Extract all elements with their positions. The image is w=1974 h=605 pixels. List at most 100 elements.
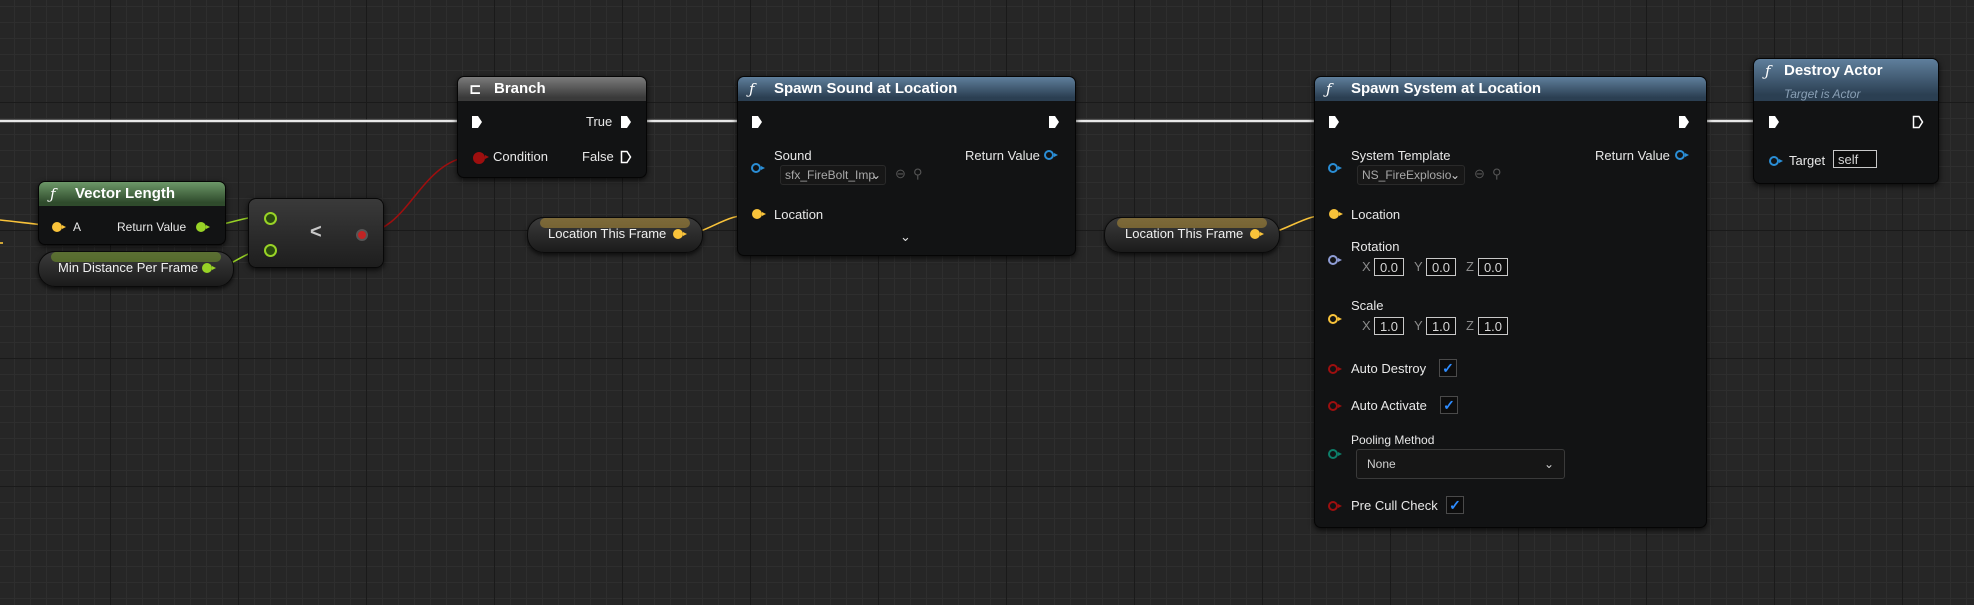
vector-length-node[interactable]: ƒ Vector Length A Return Value: [38, 181, 226, 245]
vector-length-title: Vector Length: [75, 185, 176, 202]
rotation-label: Rotation: [1351, 239, 1400, 254]
scale-z-axis: Z: [1466, 318, 1474, 333]
spawn-sound-return-pin[interactable]: [1044, 150, 1058, 160]
branch-icon: ⊏: [469, 80, 482, 98]
chevron-down-icon: ⌄: [1449, 168, 1460, 182]
spawn-system-return-pin[interactable]: [1675, 150, 1689, 160]
auto-activate-checkbox[interactable]: ✓: [1440, 396, 1458, 414]
spawn-system-location-pin[interactable]: [1329, 209, 1343, 219]
min-distance-variable[interactable]: Min Distance Per Frame: [38, 251, 234, 287]
pooling-method-pin[interactable]: [1328, 449, 1342, 459]
spawn-system-return-label: Return Value: [1595, 148, 1670, 163]
rotation-pin[interactable]: [1328, 255, 1342, 265]
spawn-sound-exec-in[interactable]: [751, 115, 763, 129]
rotation-x-field[interactable]: 0.0: [1374, 258, 1404, 276]
spawn-sound-node[interactable]: ƒ Spawn Sound at Location Sound sfx_Fire…: [737, 76, 1076, 256]
pin-min-distance[interactable]: [202, 263, 216, 273]
branch-exec-in[interactable]: [471, 115, 483, 129]
spawn-system-exec-in[interactable]: [1328, 115, 1340, 129]
auto-destroy-checkbox[interactable]: ✓: [1439, 359, 1457, 377]
pin-compare-result[interactable]: [356, 229, 368, 241]
destroy-actor-header: ƒ Destroy Actor Target is Actor: [1754, 59, 1938, 101]
sound-asset-value: sfx_FireBolt_Imp: [785, 168, 876, 182]
pin-return-value[interactable]: [196, 222, 210, 232]
destroy-actor-subtitle: Target is Actor: [1784, 87, 1861, 101]
auto-activate-pin[interactable]: [1328, 401, 1342, 411]
system-template-value: NS_FireExplosio: [1362, 168, 1452, 182]
scale-pin[interactable]: [1328, 314, 1342, 324]
location-this-frame-variable-1[interactable]: Location This Frame: [527, 217, 703, 253]
target-value-field[interactable]: self: [1833, 150, 1877, 168]
pooling-method-dropdown[interactable]: None ⌄: [1356, 449, 1565, 479]
branch-node[interactable]: ⊏ Branch True Condition False: [457, 76, 647, 178]
chevron-down-icon: ⌄: [1543, 457, 1554, 471]
system-template-label: System Template: [1351, 148, 1451, 163]
spawn-sound-return-label: Return Value: [965, 148, 1040, 163]
function-icon: ƒ: [1326, 80, 1332, 98]
use-selected-icon[interactable]: ⊖: [895, 166, 906, 182]
pooling-method-label: Pooling Method: [1351, 433, 1435, 447]
destroy-actor-exec-in[interactable]: [1768, 115, 1780, 129]
sound-asset-picker[interactable]: sfx_FireBolt_Imp ⌄: [780, 165, 886, 185]
less-than-node[interactable]: <: [248, 198, 384, 268]
spawn-sound-title: Spawn Sound at Location: [774, 80, 958, 97]
expand-advanced-icon[interactable]: ⌄: [900, 229, 911, 245]
branch-condition-pin[interactable]: [473, 152, 489, 164]
pre-cull-checkbox[interactable]: ✓: [1446, 496, 1464, 514]
location-this-frame-label-2: Location This Frame: [1125, 226, 1244, 241]
location-this-frame-label-1: Location This Frame: [548, 226, 667, 241]
pin-location-this-frame-1[interactable]: [673, 229, 687, 239]
rotation-y-field[interactable]: 0.0: [1426, 258, 1456, 276]
spawn-sound-location-pin[interactable]: [752, 209, 766, 219]
pin-a[interactable]: [52, 222, 66, 232]
spawn-sound-exec-out[interactable]: [1048, 115, 1060, 129]
auto-destroy-label: Auto Destroy: [1351, 361, 1427, 376]
rotation-z-axis: Z: [1466, 259, 1474, 274]
branch-title: Branch: [494, 80, 546, 97]
branch-true-label: True: [586, 114, 613, 129]
branch-header: ⊏ Branch: [458, 77, 646, 101]
rotation-y-axis: Y: [1414, 259, 1423, 274]
spawn-system-location-label: Location: [1351, 207, 1401, 222]
sound-pin[interactable]: [751, 163, 765, 173]
sound-label: Sound: [774, 148, 812, 163]
return-value-label: Return Value: [117, 220, 187, 234]
system-template-picker[interactable]: NS_FireExplosio ⌄: [1357, 165, 1465, 185]
pooling-method-value: None: [1367, 457, 1396, 471]
pin-a-label: A: [73, 220, 82, 234]
spawn-system-node[interactable]: ƒ Spawn System at Location System Templa…: [1314, 76, 1707, 528]
branch-condition-label: Condition: [493, 149, 548, 164]
rotation-z-field[interactable]: 0.0: [1478, 258, 1508, 276]
chevron-down-icon: ⌄: [870, 168, 881, 182]
pre-cull-pin[interactable]: [1328, 501, 1342, 511]
auto-destroy-pin[interactable]: [1328, 364, 1342, 374]
spawn-sound-location-label: Location: [774, 207, 824, 222]
scale-y-field[interactable]: 1.0: [1426, 317, 1456, 335]
browse-search-icon[interactable]: ⚲: [1492, 166, 1502, 182]
location-this-frame-variable-2[interactable]: Location This Frame: [1104, 217, 1280, 253]
branch-false-label: False: [582, 149, 614, 164]
destroy-actor-exec-out[interactable]: [1912, 115, 1924, 129]
function-icon: ƒ: [1765, 62, 1771, 80]
spawn-sound-header: ƒ Spawn Sound at Location: [738, 77, 1075, 101]
pin-location-this-frame-2[interactable]: [1250, 229, 1264, 239]
pin-compare-a[interactable]: [264, 212, 277, 225]
system-template-pin[interactable]: [1328, 163, 1342, 173]
spawn-system-exec-out[interactable]: [1678, 115, 1690, 129]
pre-cull-label: Pre Cull Check: [1351, 498, 1438, 513]
rotation-x-axis: X: [1362, 259, 1371, 274]
scale-y-axis: Y: [1414, 318, 1423, 333]
scale-x-field[interactable]: 1.0: [1374, 317, 1404, 335]
destroy-actor-node[interactable]: ƒ Destroy Actor Target is Actor Target s…: [1753, 58, 1939, 184]
branch-exec-true[interactable]: [620, 115, 632, 129]
pin-compare-b[interactable]: [264, 244, 277, 257]
spawn-system-header: ƒ Spawn System at Location: [1315, 77, 1706, 101]
spawn-system-title: Spawn System at Location: [1351, 80, 1542, 97]
branch-exec-false[interactable]: [620, 150, 632, 164]
compare-operator: <: [310, 221, 322, 243]
scale-z-field[interactable]: 1.0: [1478, 317, 1508, 335]
target-pin[interactable]: [1769, 156, 1783, 166]
use-selected-icon[interactable]: ⊖: [1474, 166, 1485, 182]
browse-search-icon[interactable]: ⚲: [913, 166, 923, 182]
scale-label: Scale: [1351, 298, 1384, 313]
